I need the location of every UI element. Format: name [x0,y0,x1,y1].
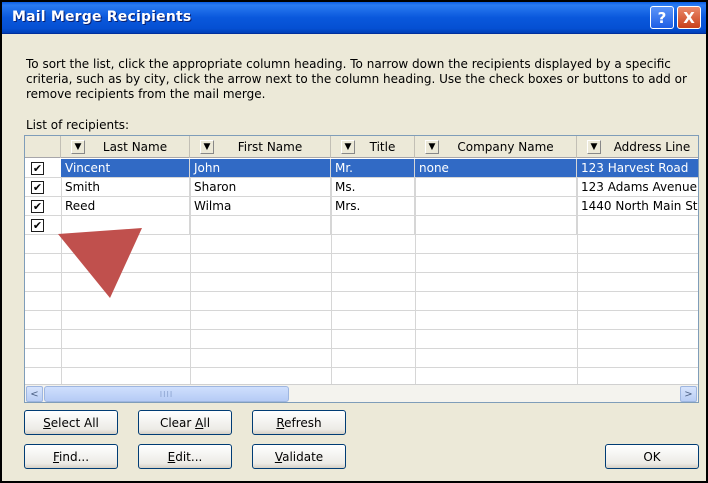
table-cell: Smith [61,178,190,196]
column-label: Address Line [613,140,691,154]
scroll-left-icon[interactable]: < [26,386,43,402]
column-label: First Name [237,140,303,154]
column-label: Last Name [102,140,168,154]
button-label: Edit... [167,449,203,464]
button-label: Find... [52,449,90,464]
table-row[interactable]: ✔ Vincent John Mr. none 123 Harvest Road [25,159,698,178]
dropdown-arrow-icon[interactable]: ▼ [425,140,439,154]
edit-button[interactable]: Edit... [138,444,232,469]
table-cell: Mrs. [331,197,415,215]
empty-row [25,368,698,384]
table-cell: Mr. [331,159,415,177]
column-header-last-name[interactable]: ▼ Last Name [61,136,190,158]
table-cell: 1440 North Main St [577,197,698,215]
table-cell: none [415,159,577,177]
table-cell: Ms. [331,178,415,196]
table-cell: 123 Adams Avenue [577,178,698,196]
table-cell [331,216,415,234]
table-cell [415,216,577,234]
recipient-checkbox[interactable]: ✔ [31,181,44,194]
table-cell: Vincent [61,159,190,177]
table-cell: Reed [61,197,190,215]
table-row[interactable]: ✔ Smith Sharon Ms. 123 Adams Avenue [25,178,698,197]
button-label: Refresh [276,415,322,430]
button-label: Clear All [159,415,211,430]
recipient-checkbox[interactable]: ✔ [31,162,44,175]
table-cell: Wilma [190,197,331,215]
horizontal-scrollbar[interactable]: < IIII > [25,384,698,402]
find-button[interactable]: Find... [24,444,118,469]
clear-all-button[interactable]: Clear All [138,410,232,435]
table-row[interactable]: ✔ Reed Wilma Mrs. 1440 North Main St [25,197,698,216]
column-label: Title [369,140,396,154]
recipient-checkbox[interactable]: ✔ [31,200,44,213]
select-all-button[interactable]: Select All [24,410,118,435]
ok-button[interactable]: OK [605,444,699,469]
mail-merge-recipients-dialog: Mail Merge Recipients ? X To sort the li… [0,0,708,483]
dropdown-arrow-icon[interactable]: ▼ [587,140,601,154]
column-header-company-name[interactable]: ▼ Company Name [415,136,577,158]
button-label: Select All [43,415,99,430]
column-label: Company Name [457,140,554,154]
dropdown-arrow-icon[interactable]: ▼ [71,140,85,154]
column-header-first-name[interactable]: ▼ First Name [190,136,331,158]
table-cell [415,178,577,196]
column-header-address-line[interactable]: ▼ Address Line [577,136,698,158]
dialog-title: Mail Merge Recipients [12,9,192,25]
column-header-row: ▼ Last Name ▼ First Name ▼ Title ▼ Compa… [25,136,698,158]
table-cell [415,197,577,215]
table-cell: Sharon [190,178,331,196]
empty-row [25,349,698,368]
recipient-checkbox[interactable]: ✔ [31,219,44,232]
table-cell [190,216,331,234]
table-cell [577,216,698,234]
button-label: Validate [274,449,324,464]
empty-row [25,330,698,349]
refresh-button[interactable]: Refresh [252,410,346,435]
instructions-text: To sort the list, click the appropriate … [26,57,687,101]
close-button[interactable]: X [677,6,701,29]
help-button[interactable]: ? [650,6,674,29]
table-cell: John [190,159,331,177]
header-checkbox-column [25,136,61,158]
scroll-right-icon[interactable]: > [680,386,697,402]
dropdown-arrow-icon[interactable]: ▼ [200,140,214,154]
empty-row [25,311,698,330]
column-header-title[interactable]: ▼ Title [331,136,415,158]
dropdown-arrow-icon[interactable]: ▼ [341,140,355,154]
list-of-recipients-label: List of recipients: [26,118,130,132]
triangle-pointer-icon [58,228,142,298]
scrollbar-thumb[interactable]: IIII [44,386,289,402]
table-cell: 123 Harvest Road [577,159,698,177]
pointer-triangle [58,228,142,298]
title-bar[interactable]: Mail Merge Recipients ? X [2,2,706,34]
validate-button[interactable]: Validate [252,444,346,469]
